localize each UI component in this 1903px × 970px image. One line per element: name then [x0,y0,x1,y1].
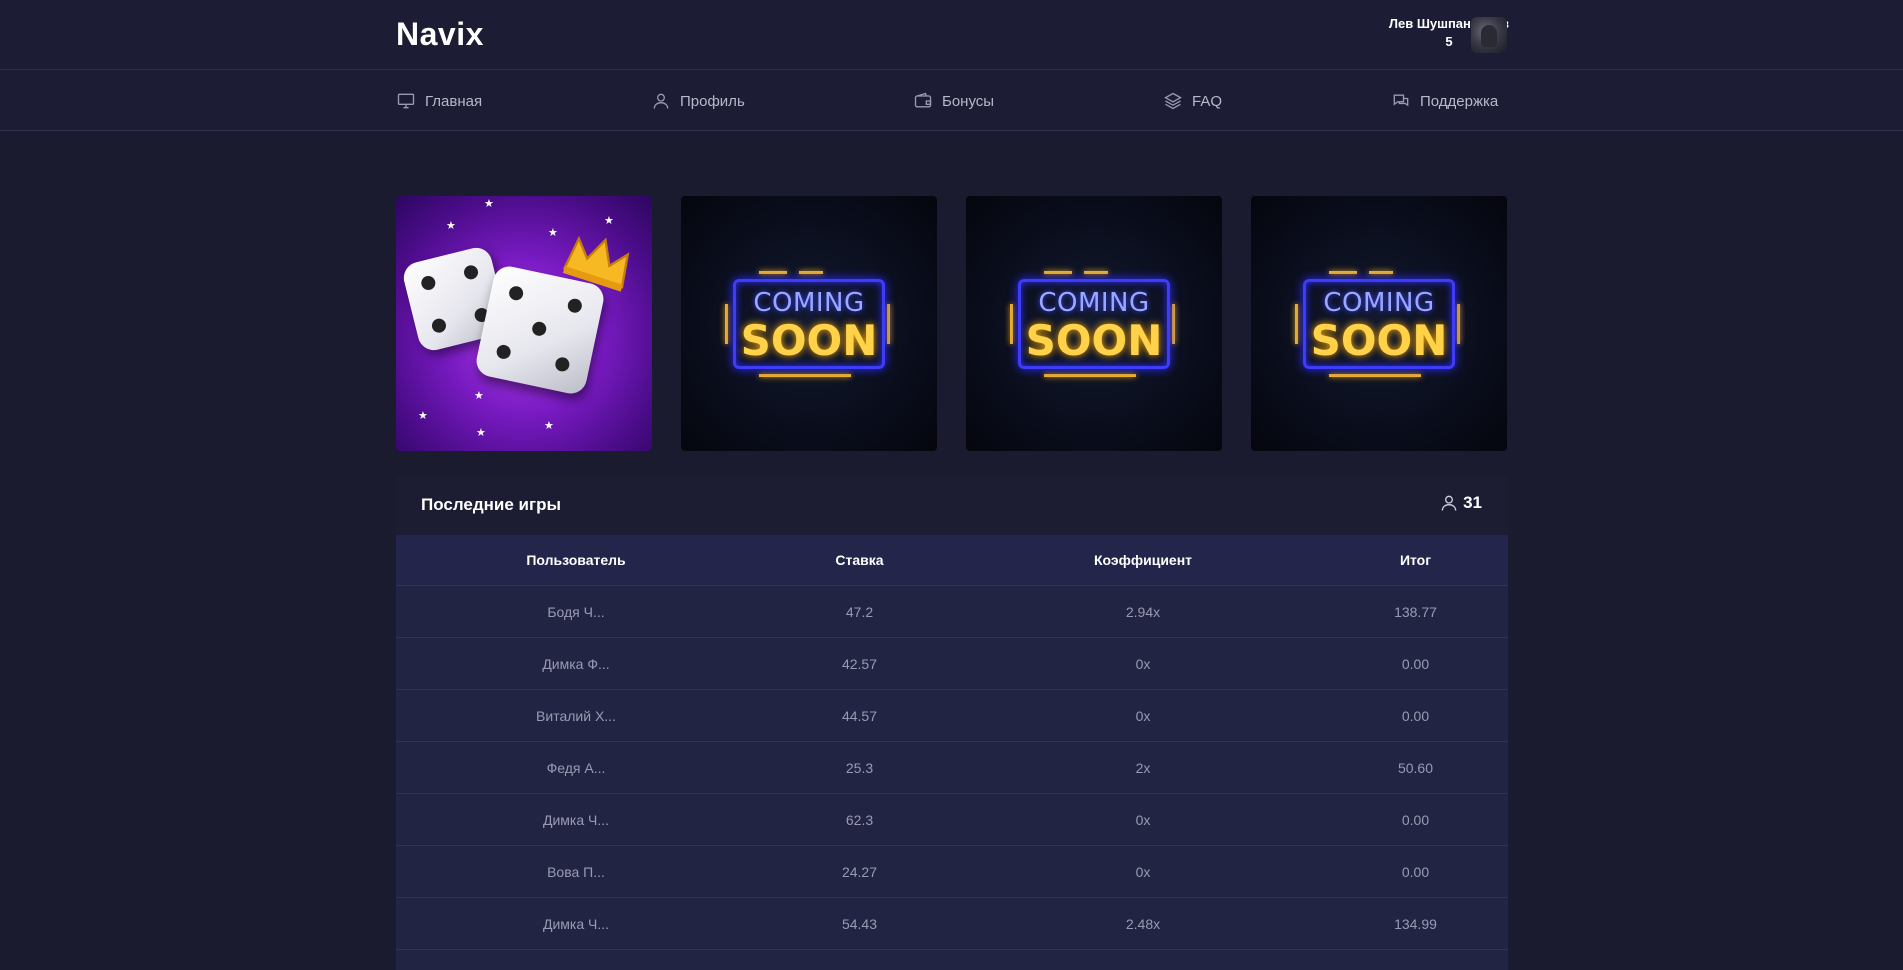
online-count: 31 [1463,493,1482,512]
star-icon: ★ [418,410,428,422]
cell-coef: 0x [1135,707,1151,724]
monitor-icon [397,93,415,109]
star-icon: ★ [474,390,484,402]
neon-sign: COMING SOON [1018,279,1170,369]
table-row: Федя А... 25.3 2x 50.60 [396,742,1508,794]
cell-result: 0.00 [1401,655,1430,672]
star-icon: ★ [484,198,494,210]
recent-games-panel: Последние игры 31 Пользователь Ставка Ко… [396,475,1508,970]
nav-item-home[interactable]: Главная [396,88,482,114]
cell-bet: 25.3 [845,759,874,776]
star-icon: ★ [446,220,456,232]
column-header: Ставка [835,552,884,568]
top-bar: Navix Лев Шушпанников 5 [0,0,1903,70]
coming-soon-tile[interactable]: COMING SOON [1251,196,1507,451]
panel-header: Последние игры 31 [396,475,1508,535]
star-icon: ★ [476,427,486,439]
nav-item-label: Поддержка [1420,92,1499,110]
star-icon: ★ [604,215,614,227]
neon-sign: COMING SOON [1303,279,1455,369]
cell-result: 134.99 [1394,915,1437,932]
cell-bet: 54.43 [841,915,878,932]
table-row: Димка Ч... 54.43 2.48x 134.99 [396,898,1508,950]
online-counter: 31 [1439,493,1482,513]
cell-user: Федя А... [546,759,606,776]
cell-coef: 2.94x [1125,603,1161,620]
cell-bet: 44.57 [841,707,878,724]
site-logo[interactable]: Navix [396,16,484,53]
table-row [396,950,1508,970]
nav-item-label: Профиль [680,92,745,110]
cell-user: Бодя Ч... [547,603,605,620]
cell-result: 0.00 [1401,811,1430,828]
cell-result: 0.00 [1401,863,1430,880]
user-icon [1441,495,1457,511]
avatar[interactable] [1471,17,1507,53]
dice-game-tile[interactable]: ★ ★ ★ ★ ★ ★ ★ ★ [396,196,652,451]
chat-icon [1393,94,1409,107]
game-tiles: ★ ★ ★ ★ ★ ★ ★ ★ COMING SOON COMING SOON … [396,196,1508,451]
cell-bet: 42.57 [841,655,878,672]
sign-coming-text: COMING [753,288,865,318]
cell-coef: 2.48x [1125,915,1161,932]
main-nav: Главная Профиль Бонусы FAQ Поддержка [0,70,1903,131]
coming-soon-tile[interactable]: COMING SOON [681,196,937,451]
table-row: Димка Ч... 62.3 0x 0.00 [396,794,1508,846]
table-row: Виталий Х... 44.57 0x 0.00 [396,690,1508,742]
column-header: Пользователь [526,552,626,568]
nav-item-faq[interactable]: FAQ [1163,88,1222,114]
table-row: Димка Ф... 42.57 0x 0.00 [396,638,1508,690]
layers-icon [1164,92,1182,110]
table-row: Бодя Ч... 47.2 2.94x 138.77 [396,586,1508,638]
cell-bet: 62.3 [845,811,874,828]
coming-soon-tile[interactable]: COMING SOON [966,196,1222,451]
cell-user: Вова П... [547,863,605,880]
cell-coef: 0x [1135,655,1151,672]
sign-coming-text: COMING [1323,288,1435,318]
nav-item-label: Бонусы [942,92,995,110]
cell-coef: 2x [1135,759,1151,776]
sign-soon-text: SOON [1025,316,1163,365]
cell-bet: 47.2 [845,603,874,620]
nav-item-label: FAQ [1192,92,1223,110]
column-header: Итог [1399,552,1432,568]
sign-coming-text: COMING [1038,288,1150,318]
cell-result: 0.00 [1401,707,1430,724]
cell-user: Виталий Х... [536,707,616,724]
star-icon: ★ [548,227,558,239]
cell-user: Димка Ф... [542,655,610,672]
star-icon: ★ [544,420,554,432]
cell-result: 50.60 [1397,759,1434,776]
nav-item-profile[interactable]: Профиль [651,88,745,114]
cell-user: Димка Ч... [542,811,610,828]
cell-coef: 0x [1135,863,1151,880]
cell-user: Димка Ч... [542,915,610,932]
cell-result: 138.77 [1394,603,1437,620]
cell-bet: 24.27 [841,863,878,880]
nav-item-label: Главная [425,92,483,110]
table-header: Пользователь Ставка Коэффициент Итог [396,535,1508,586]
panel-title: Последние игры [421,495,561,514]
recent-games-table: Пользователь Ставка Коэффициент Итог Бод… [396,535,1508,970]
cell-coef: 0x [1135,811,1151,828]
column-header: Коэффициент [1093,552,1193,568]
nav-item-bonuses[interactable]: Бонусы [913,88,994,114]
neon-sign: COMING SOON [733,279,885,369]
sign-soon-text: SOON [1310,316,1448,365]
user-icon [653,93,669,109]
sign-soon-text: SOON [740,316,878,365]
wallet-icon [914,92,932,108]
table-row: Вова П... 24.27 0x 0.00 [396,846,1508,898]
nav-item-support[interactable]: Поддержка [1391,88,1498,114]
